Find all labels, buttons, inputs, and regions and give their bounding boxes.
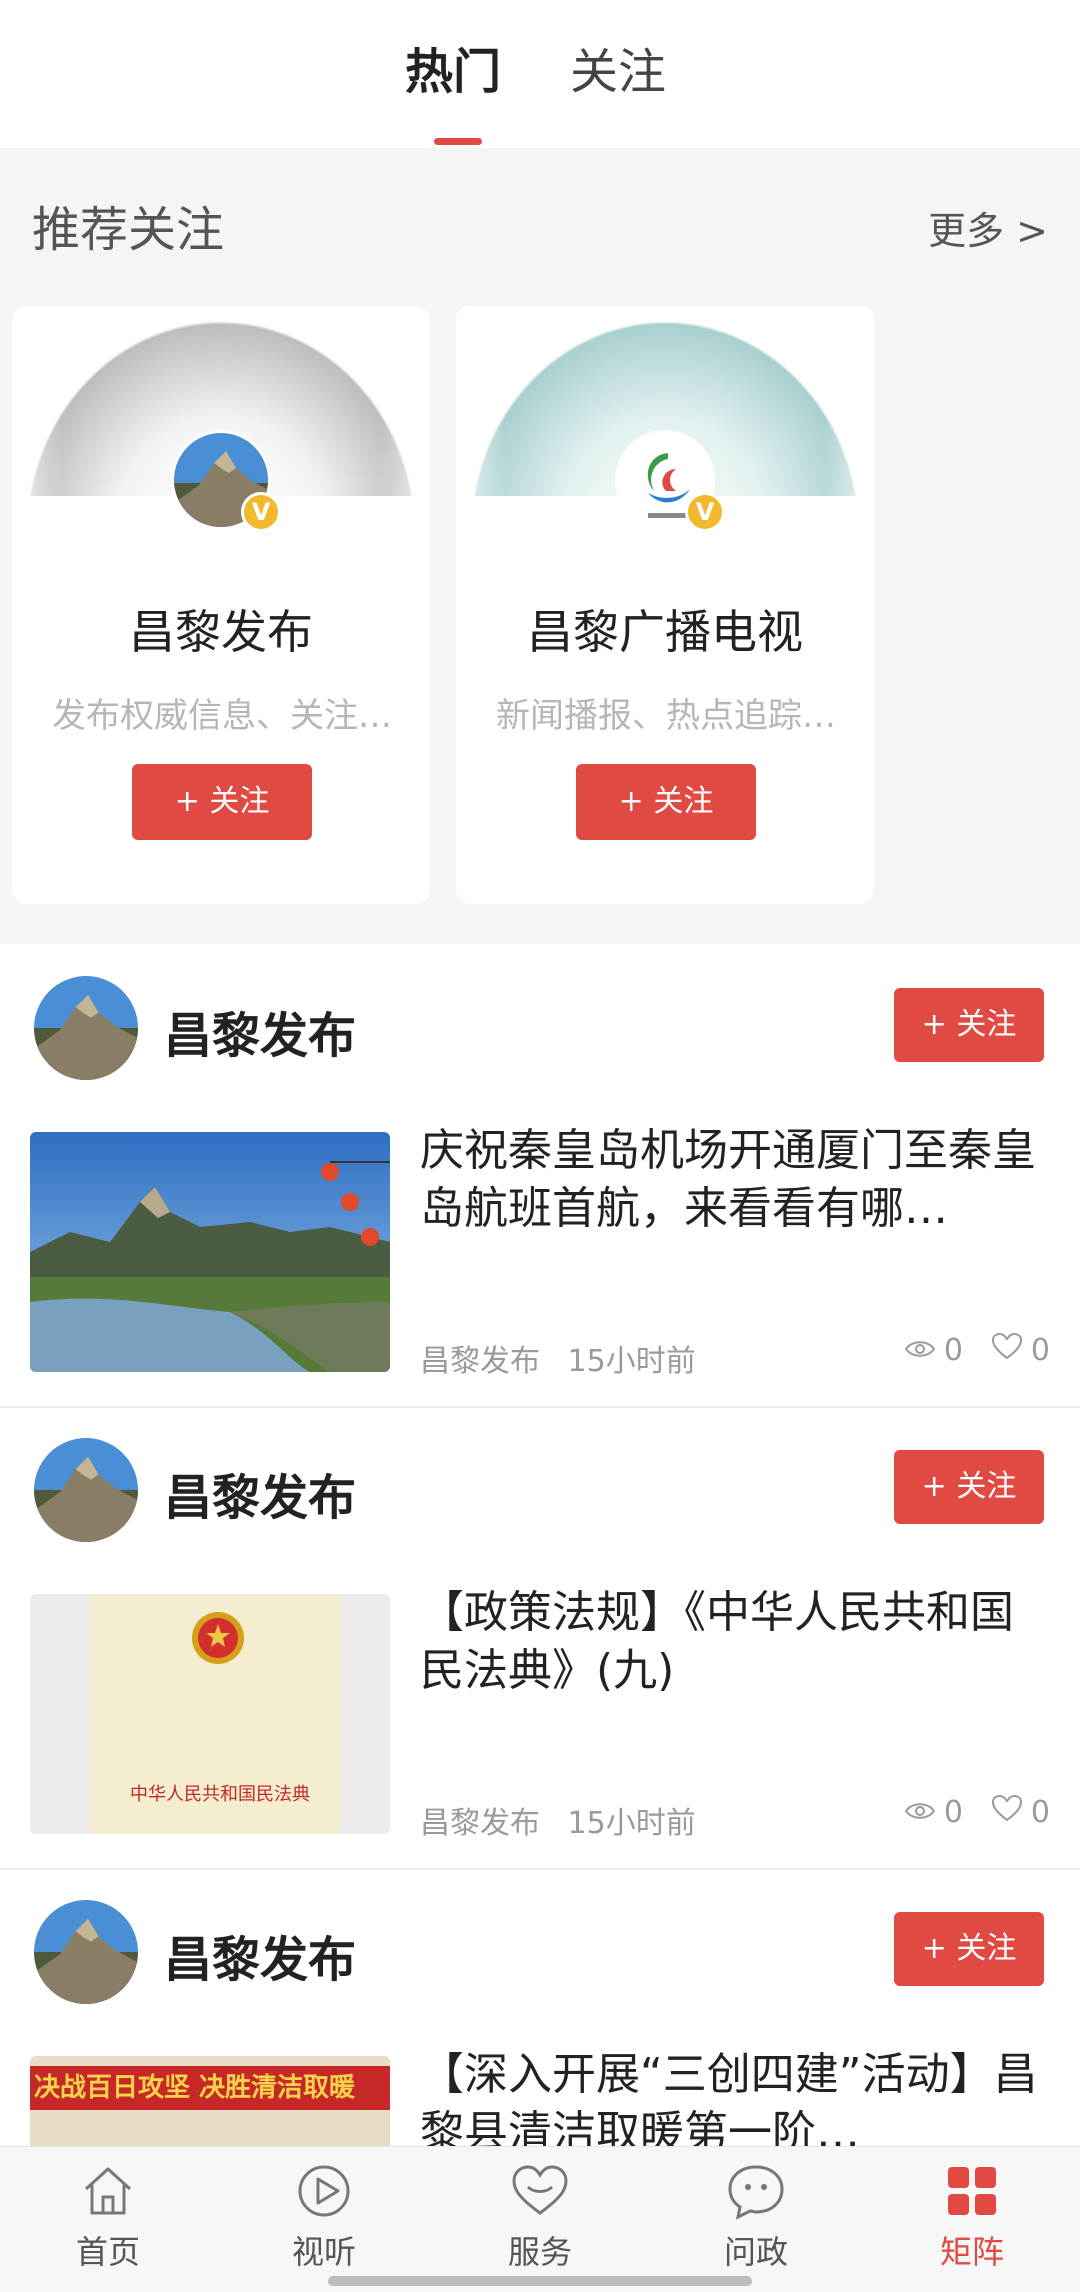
- recommend-section: 推荐关注 更多 > V 昌黎发布 发布权威信息、关注… + 关注 V 昌黎广播电…: [0, 148, 1080, 944]
- article-stats: 0 0: [904, 1332, 1050, 1368]
- banner-text: 决战百日攻坚 决胜清洁取暖: [30, 2066, 390, 2110]
- article-time: 15小时前: [567, 1344, 696, 1379]
- top-tab-bar: 热门 关注: [0, 0, 1080, 148]
- nav-label: 首页: [75, 2233, 140, 2271]
- bottom-nav: 首页 视听 服务 问政 矩阵: [0, 2146, 1080, 2292]
- tab-follow[interactable]: 关注: [570, 40, 666, 104]
- grid-icon: [948, 2167, 996, 2215]
- book-title: 中华人民共和国民法典: [130, 1784, 310, 1805]
- view-count: 0: [943, 1794, 963, 1830]
- follow-button[interactable]: + 关注: [894, 1450, 1044, 1524]
- card-name: 昌黎发布: [129, 605, 313, 659]
- feed-item[interactable]: 昌黎发布 + 关注 决战百日攻坚 决胜清洁取暖 【深入开展“三创四建”活动】昌黎…: [0, 1870, 1080, 2146]
- article-title[interactable]: 庆祝秦皇岛机场开通厦门至秦皇岛航班首航，来看看有哪…: [420, 1122, 1050, 1238]
- nav-inquiry[interactable]: 问政: [696, 2159, 816, 2273]
- article-thumbnail[interactable]: [30, 1132, 390, 1372]
- avatar[interactable]: [34, 1438, 138, 1542]
- recommend-title: 推荐关注: [32, 202, 225, 258]
- card-description: 新闻播报、热点追踪…: [496, 696, 836, 736]
- nav-label: 矩阵: [939, 2233, 1004, 2271]
- article-stats: 0 0: [904, 1794, 1050, 1830]
- article-source: 昌黎发布: [420, 1344, 540, 1379]
- account-name[interactable]: 昌黎发布: [164, 1920, 356, 1990]
- play-icon: [298, 2165, 350, 2217]
- card-name: 昌黎广播电视: [527, 605, 803, 659]
- article-title[interactable]: 【深入开展“三创四建”活动】昌黎县清洁取暖第一阶…: [420, 2046, 1050, 2146]
- nav-home[interactable]: 首页: [48, 2159, 168, 2273]
- heart-icon[interactable]: [991, 1332, 1023, 1368]
- heart-icon[interactable]: [991, 1794, 1023, 1830]
- article-source: 昌黎发布: [420, 1806, 540, 1841]
- eye-icon: [904, 1795, 936, 1830]
- home-indicator[interactable]: [328, 2276, 752, 2286]
- home-icon: [84, 2167, 132, 2215]
- avatar[interactable]: [34, 976, 138, 1080]
- article-meta: 昌黎发布 15小时前: [420, 1798, 696, 1842]
- more-link[interactable]: 更多 >: [928, 200, 1048, 255]
- recommend-card[interactable]: V 昌黎发布 发布权威信息、关注… + 关注: [12, 306, 430, 904]
- chat-icon: [728, 2165, 784, 2220]
- recommend-card[interactable]: V 昌黎广播电视 新闻播报、热点追踪… + 关注: [456, 306, 874, 904]
- account-name[interactable]: 昌黎发布: [164, 1458, 356, 1528]
- heart-service-icon: [512, 2165, 568, 2215]
- verified-badge-icon: V: [685, 492, 725, 532]
- follow-button[interactable]: + 关注: [894, 1912, 1044, 1986]
- nav-label: 问政: [723, 2233, 788, 2271]
- article-time: 15小时前: [567, 1806, 696, 1841]
- nav-service[interactable]: 服务: [480, 2159, 600, 2273]
- view-count: 0: [943, 1332, 963, 1368]
- article-thumbnail[interactable]: 中华人民共和国民法典: [30, 1594, 390, 1834]
- follow-button[interactable]: + 关注: [576, 764, 756, 840]
- feed-item[interactable]: 昌黎发布 + 关注 中华人民共和国民法典 【政策法规】《中华人民共和国民法典》(…: [0, 1408, 1080, 1870]
- article-meta: 昌黎发布 15小时前: [420, 1336, 696, 1380]
- follow-button[interactable]: + 关注: [894, 988, 1044, 1062]
- follow-button[interactable]: + 关注: [132, 764, 312, 840]
- article-title[interactable]: 【政策法规】《中华人民共和国民法典》(九): [420, 1584, 1050, 1700]
- nav-label: 服务: [507, 2233, 572, 2271]
- feed-item[interactable]: 昌黎发布 + 关注 庆祝秦皇岛机场开通厦门至秦皇岛航班首航，来看看有哪… 昌黎发…: [0, 946, 1080, 1408]
- like-count: 0: [1030, 1332, 1050, 1368]
- account-name[interactable]: 昌黎发布: [164, 996, 356, 1066]
- verified-badge-icon: V: [241, 492, 281, 532]
- card-description: 发布权威信息、关注…: [52, 696, 392, 736]
- nav-media[interactable]: 视听: [264, 2159, 384, 2273]
- article-thumbnail[interactable]: 决战百日攻坚 决胜清洁取暖: [30, 2056, 390, 2146]
- eye-icon: [904, 1333, 936, 1368]
- tab-hot[interactable]: 热门: [405, 40, 501, 104]
- emblem-icon: [192, 1612, 244, 1664]
- nav-matrix[interactable]: 矩阵: [912, 2159, 1032, 2273]
- nav-label: 视听: [291, 2233, 356, 2271]
- avatar[interactable]: [34, 1900, 138, 2004]
- tab-indicator: [434, 138, 482, 145]
- like-count: 0: [1030, 1794, 1050, 1830]
